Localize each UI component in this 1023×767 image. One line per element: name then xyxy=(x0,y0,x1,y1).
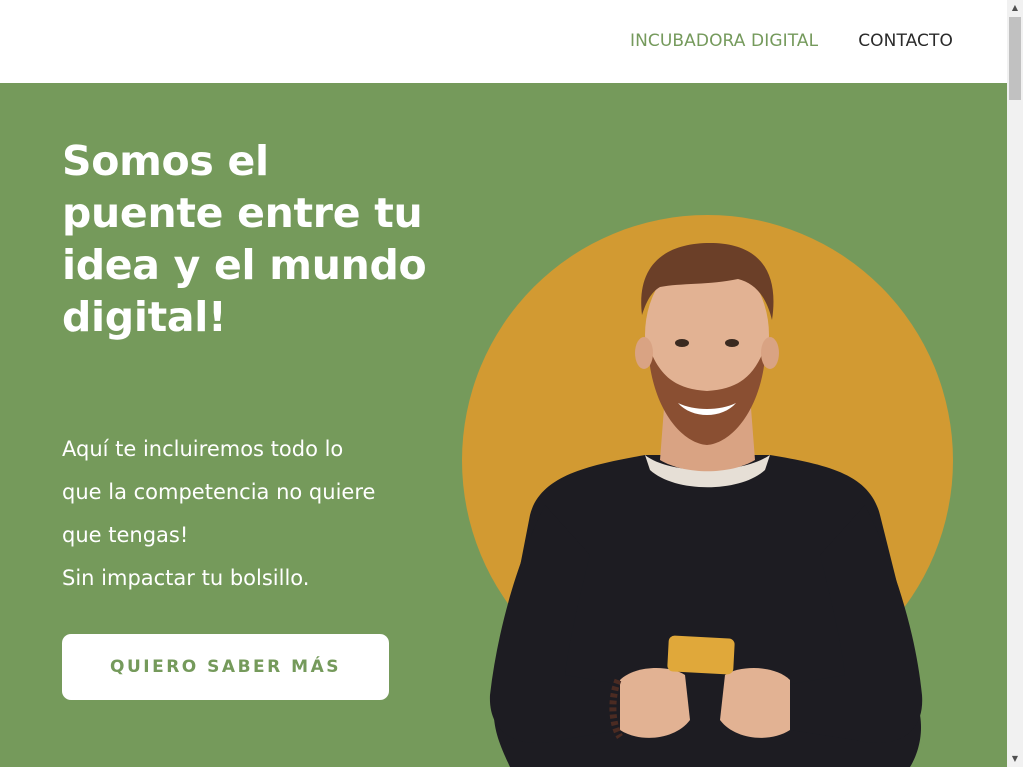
hero-subtext-line: Sin impactar tu bolsillo. xyxy=(62,566,310,590)
hero-subtext-line: que la competencia no quiere xyxy=(62,480,376,504)
quiero-saber-mas-button[interactable]: QUIERO SABER MÁS xyxy=(62,634,389,700)
main-nav: INCUBADORA DIGITAL CONTACTO xyxy=(630,31,953,51)
hero-subtext: Aquí te incluiremos todo lo que la compe… xyxy=(62,428,412,600)
hero-person-image xyxy=(489,243,923,767)
page: INCUBADORA DIGITAL CONTACTO Somos el pue… xyxy=(0,0,1023,767)
nav-link-incubadora-digital[interactable]: INCUBADORA DIGITAL xyxy=(630,31,818,51)
hero-headline: Somos el puente entre tu idea y el mundo… xyxy=(62,137,427,341)
hero-subtext-line: Aquí te incluiremos todo lo xyxy=(62,437,344,461)
scroll-down-arrow-icon[interactable]: ▼ xyxy=(1007,751,1023,767)
scroll-thumb[interactable] xyxy=(1009,17,1021,100)
page-scrollbar[interactable]: ▲ ▼ xyxy=(1007,0,1023,767)
nav-link-contacto[interactable]: CONTACTO xyxy=(858,31,953,51)
hero-subtext-line: que tengas! xyxy=(62,523,189,547)
hero-section: Somos el puente entre tu idea y el mundo… xyxy=(0,83,1007,767)
scroll-up-arrow-icon[interactable]: ▲ xyxy=(1007,0,1023,16)
site-header: INCUBADORA DIGITAL CONTACTO xyxy=(0,0,1007,83)
